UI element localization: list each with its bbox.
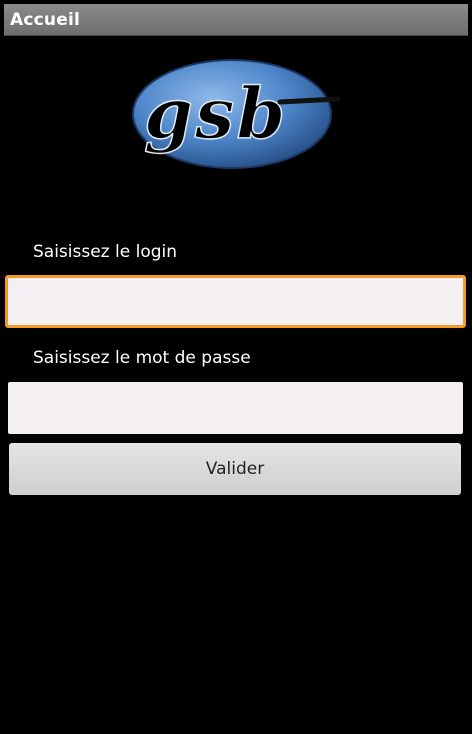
- svg-text:gsb: gsb: [144, 72, 287, 155]
- password-input[interactable]: [8, 382, 463, 434]
- validate-button[interactable]: Valider: [9, 443, 461, 495]
- page-title: Accueil: [10, 10, 80, 30]
- password-label: Saisissez le mot de passe: [33, 348, 251, 368]
- gsb-logo: gsb: [132, 59, 341, 169]
- login-label: Saisissez le login: [33, 242, 178, 262]
- title-bar: Accueil: [4, 4, 468, 36]
- app-screen: Accueil gsb Saisissez le login Saisissez…: [0, 0, 472, 734]
- login-input[interactable]: [5, 275, 466, 328]
